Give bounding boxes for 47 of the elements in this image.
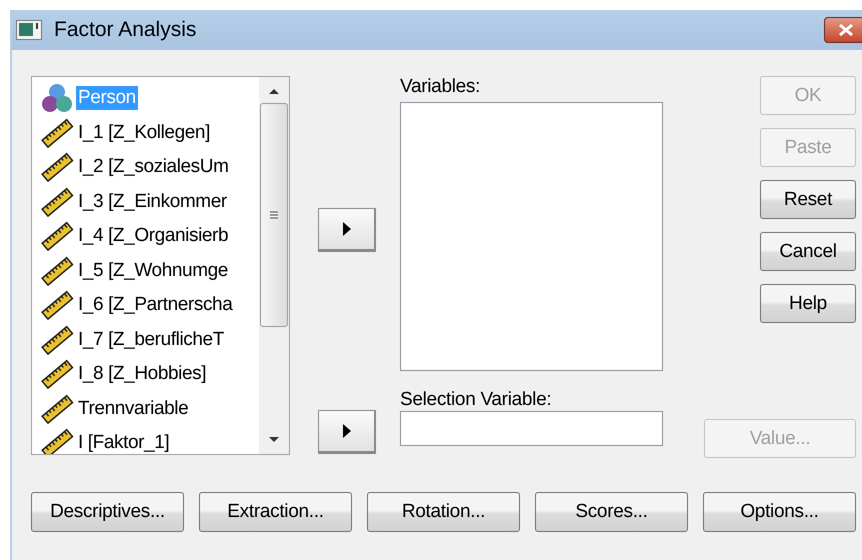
right-arrow-icon: [342, 424, 350, 438]
window-icon: [16, 20, 42, 40]
scroll-thumb[interactable]: [260, 103, 288, 327]
scroll-up-icon[interactable]: [268, 87, 280, 95]
dialog-button[interactable]: Scores...: [535, 492, 688, 532]
dialog-button[interactable]: Extraction...: [199, 492, 352, 532]
variable-label: Person: [76, 86, 138, 110]
dialog-button[interactable]: Options...: [703, 492, 856, 532]
variables-label: Variables:: [400, 76, 482, 99]
variable-item[interactable]: I_1 [Z_Kollegen]: [40, 116, 259, 150]
dialog-button[interactable]: Descriptives...: [31, 492, 184, 532]
variable-item[interactable]: I_8 [Z_Hobbies]: [40, 357, 259, 392]
dialog-button[interactable]: Reset: [760, 180, 856, 219]
variable-label: I_1 [Z_Kollegen]: [77, 120, 211, 145]
variable-item[interactable]: I_2 [Z_sozialesUm: [40, 150, 259, 184]
selection-variable-field[interactable]: [400, 411, 663, 446]
variable-label: I_7 [Z_beruflicheT: [77, 328, 225, 352]
scrollbar[interactable]: [259, 77, 289, 454]
close-button[interactable]: [824, 17, 862, 43]
variable-item[interactable]: I_3 [Z_Einkommer: [40, 184, 259, 219]
dialog-button[interactable]: Cancel: [760, 232, 856, 271]
selection-variable-label: Selection Variable:: [400, 389, 552, 411]
variable-label: I_5 [Z_Wohnumge: [77, 258, 229, 283]
right-arrow-icon: [342, 222, 350, 236]
dialog-button[interactable]: Help: [760, 284, 856, 323]
variable-label: Trennvariable: [77, 396, 190, 421]
dialog-button[interactable]: Rotation...: [367, 492, 520, 532]
variable-label: I_2 [Z_sozialesUm: [77, 155, 230, 180]
variable-label: I_8 [Z_Hobbies]: [77, 362, 208, 386]
scroll-down-icon[interactable]: [268, 436, 280, 444]
variable-item[interactable]: I_5 [Z_Wohnumge: [40, 254, 259, 288]
window-title: Factor Analysis: [54, 18, 198, 42]
variable-item[interactable]: I_7 [Z_beruflicheT: [40, 322, 259, 357]
variable-label: I [Faktor_1]: [77, 431, 170, 454]
variable-list[interactable]: Person I_1 [Z_Kollegen] I_2 [Z_sozialesUm I_3 [Z_Einkommer I_4 [Z_Organisierb I_5 [Z_Wohnumge I_6 [Z_Partnerscha I_7 [Z_beruflicheT I_8 [Z_Hobbies] Trennvariable I [Faktor_1]: [31, 76, 290, 455]
close-icon: [838, 24, 854, 36]
variable-item[interactable]: Trennvariable: [40, 392, 259, 426]
grip-icon: [269, 210, 279, 220]
move-button[interactable]: [318, 410, 376, 454]
nominal-icon: [40, 83, 74, 114]
variable-label: I_3 [Z_Einkommer: [77, 190, 228, 214]
variable-label: I_4 [Z_Organisierb: [77, 224, 230, 248]
variable-item[interactable]: I [Faktor_1]: [40, 426, 259, 454]
variable-item[interactable]: I_6 [Z_Partnerscha: [40, 288, 259, 322]
move-button[interactable]: [318, 208, 376, 252]
variable-item[interactable]: I_4 [Z_Organisierb: [40, 219, 259, 254]
variable-label: I_6 [Z_Partnerscha: [77, 293, 234, 318]
